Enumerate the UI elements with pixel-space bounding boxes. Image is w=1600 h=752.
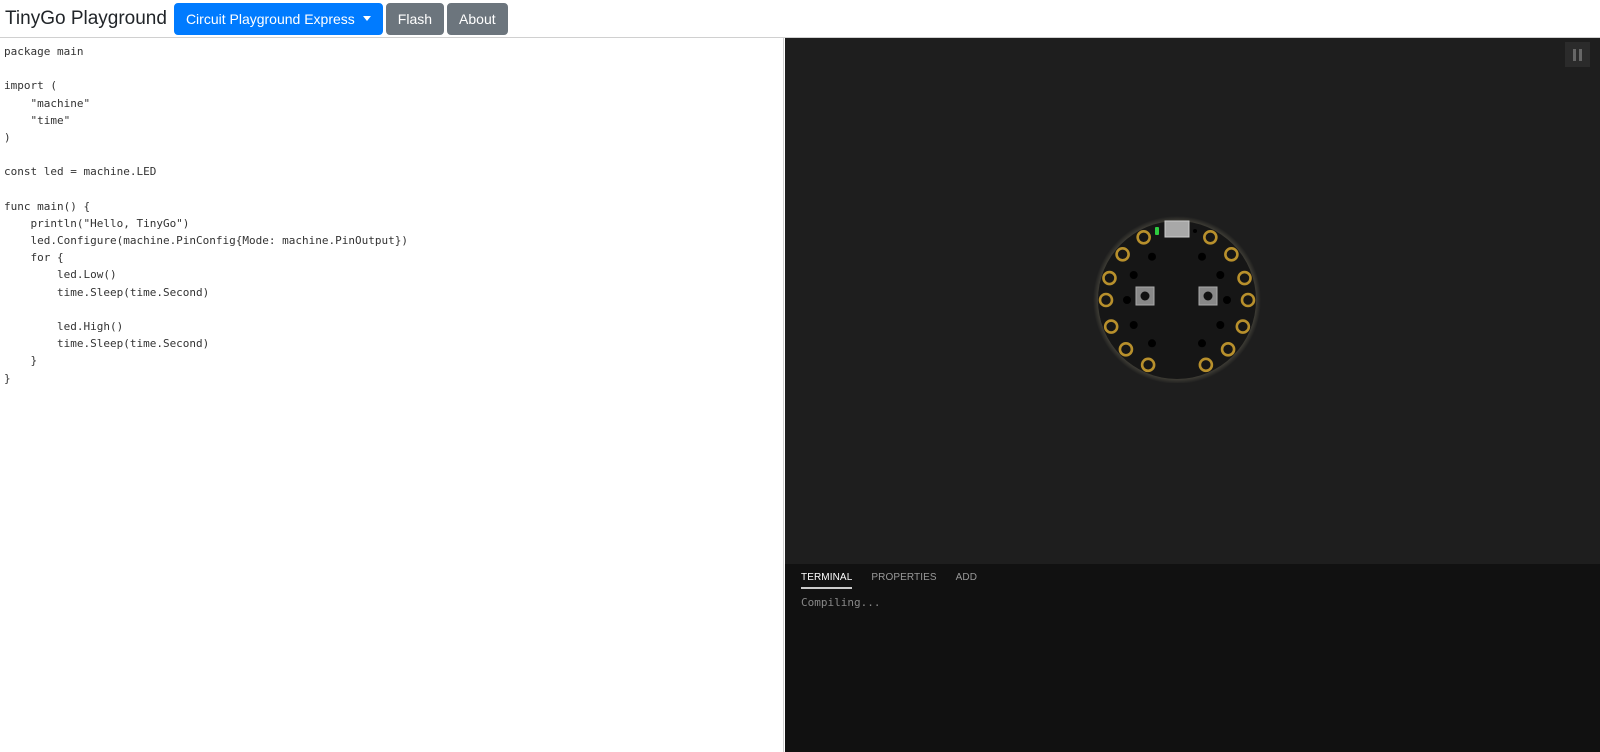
code-line[interactable]: led.Configure(machine.PinConfig{Mode: ma…	[4, 232, 783, 249]
neopixel	[1216, 321, 1225, 329]
usb-connector	[1164, 220, 1190, 238]
board-select-label: Circuit Playground Express	[185, 10, 355, 27]
board-select-dropdown[interactable]: Circuit Playground Express	[173, 2, 383, 35]
neopixel	[1198, 339, 1206, 348]
terminal-output: Compiling...	[801, 596, 881, 609]
power-led	[1155, 227, 1159, 235]
code-line[interactable]: println("Hello, TinyGo")	[4, 215, 783, 232]
navbar: TinyGo Playground Circuit Playground Exp…	[0, 0, 1600, 38]
button-a-cap	[1140, 291, 1150, 301]
code-line[interactable]	[4, 60, 783, 77]
code-line[interactable]: led.Low()	[4, 266, 783, 283]
neopixel	[1148, 252, 1156, 261]
code-text[interactable]: package main import ( "machine" "time") co…	[0, 38, 783, 387]
pause-icon[interactable]	[1565, 42, 1590, 67]
code-line[interactable]: const led = machine.LED	[4, 163, 783, 180]
circuit-playground-board[interactable]	[1091, 211, 1263, 383]
neopixel	[1216, 271, 1225, 279]
neopixel	[1129, 271, 1138, 279]
tab-properties[interactable]: PROPERTIES	[871, 572, 936, 589]
neopixel	[1148, 339, 1156, 348]
code-line[interactable]	[4, 301, 783, 318]
code-editor[interactable]: package main import ( "machine" "time") co…	[0, 38, 784, 752]
neopixel	[1223, 296, 1231, 304]
code-line[interactable]: "machine"	[4, 95, 783, 112]
terminal-tabs: TERMINAL PROPERTIES ADD	[785, 564, 1600, 589]
code-line[interactable]: import (	[4, 77, 783, 94]
code-line[interactable]: time.Sleep(time.Second)	[4, 335, 783, 352]
tab-add[interactable]: ADD	[956, 572, 977, 589]
code-line[interactable]: func main() {	[4, 198, 783, 215]
code-line[interactable]: )	[4, 129, 783, 146]
code-line[interactable]: time.Sleep(time.Second)	[4, 284, 783, 301]
neopixel	[1123, 296, 1131, 304]
code-line[interactable]	[4, 181, 783, 198]
tab-terminal[interactable]: TERMINAL	[801, 572, 853, 589]
code-line[interactable]: package main	[4, 43, 783, 60]
small-led-icon	[1193, 229, 1197, 233]
button-b-cap	[1203, 291, 1213, 301]
code-line[interactable]: for {	[4, 249, 783, 266]
code-line[interactable]: led.High()	[4, 318, 783, 335]
neopixel	[1129, 321, 1138, 329]
flash-button[interactable]: Flash	[385, 2, 445, 35]
terminal-panel: TERMINAL PROPERTIES ADD Compiling...	[785, 564, 1600, 752]
code-line[interactable]: }	[4, 370, 783, 387]
code-line[interactable]: "time"	[4, 112, 783, 129]
board-pcb	[1098, 221, 1256, 379]
simulator-panel	[785, 38, 1600, 564]
code-line[interactable]: }	[4, 352, 783, 369]
about-button[interactable]: About	[447, 2, 508, 35]
caret-down-icon	[362, 16, 371, 21]
brand-title[interactable]: TinyGo Playground	[5, 8, 167, 30]
code-line[interactable]	[4, 146, 783, 163]
neopixel	[1198, 252, 1206, 261]
